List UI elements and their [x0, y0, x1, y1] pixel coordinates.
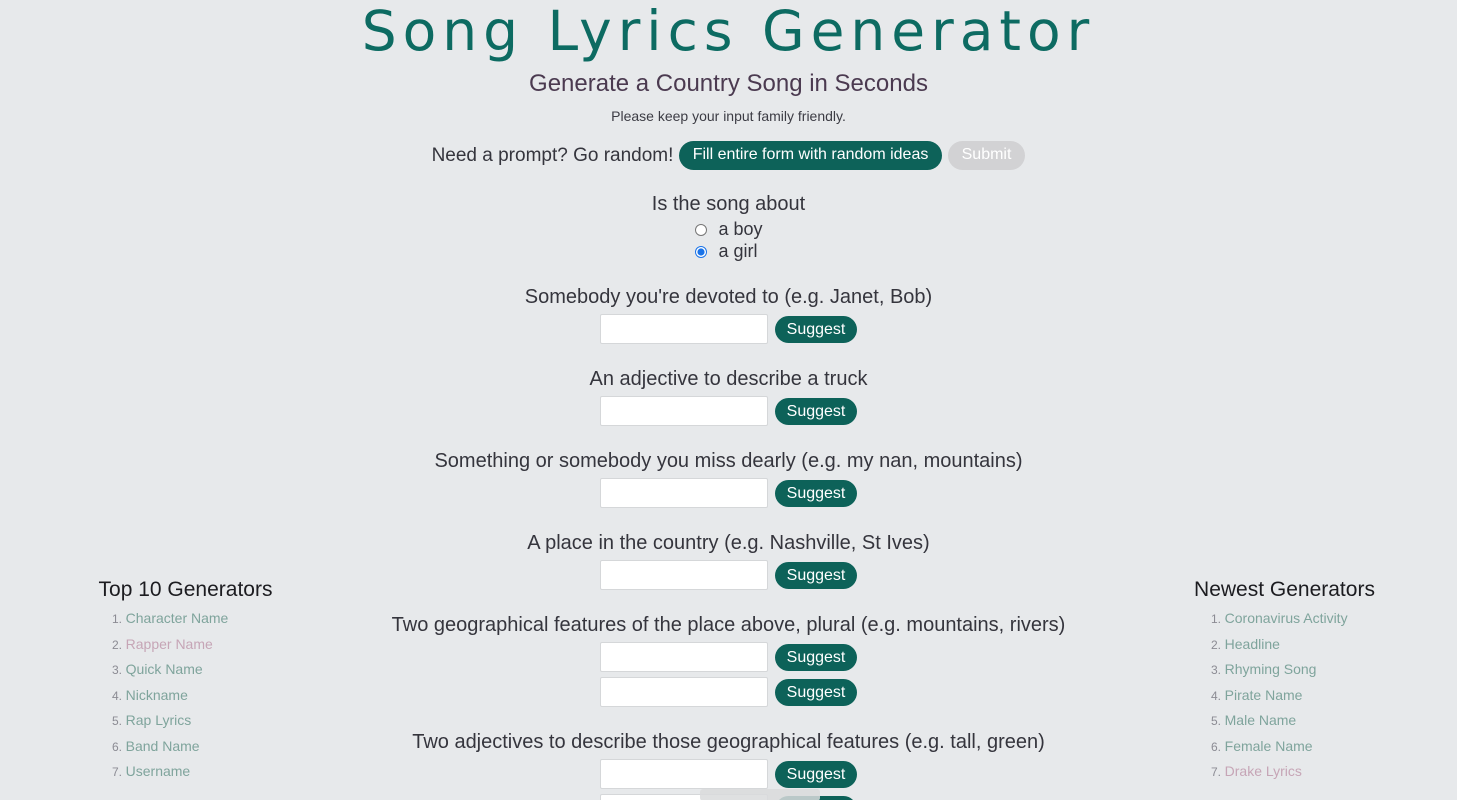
sidebar-top-generators: Top 10 Generators 1. Character Name 2. R…	[78, 578, 293, 785]
sidebar-link-nickname[interactable]: Nickname	[126, 687, 188, 703]
sidebar-link-band-name[interactable]: Band Name	[126, 738, 200, 754]
sidebar-link-quick-name[interactable]: Quick Name	[126, 661, 203, 677]
field-label-devoted-to: Somebody you're devoted to (e.g. Janet, …	[524, 286, 933, 308]
suggest-button-country-place[interactable]: Suggest	[774, 561, 858, 589]
suggest-button-geo-feature-1[interactable]: Suggest	[774, 643, 858, 671]
input-row-truck-adjective: Suggest	[0, 396, 1457, 426]
sidebar-link-headline[interactable]: Headline	[1225, 636, 1280, 652]
input-geo-feature-2[interactable]	[599, 677, 768, 707]
list-item-number: 1.	[112, 612, 123, 626]
sidebar-link-male-name[interactable]: Male Name	[1225, 712, 1297, 728]
radio-label-a-boy: a boy	[718, 219, 763, 239]
autocomplete-dropdown-partial	[700, 789, 820, 800]
list-item: 6. Female Name	[1211, 734, 1392, 760]
radio-option-a-boy[interactable]: a boy	[679, 218, 779, 240]
input-country-place[interactable]	[599, 560, 768, 590]
suggest-button-miss-dearly[interactable]: Suggest	[774, 479, 858, 507]
list-item-number: 5.	[1211, 714, 1222, 728]
sidebar-link-rhyming-song[interactable]: Rhyming Song	[1225, 661, 1317, 677]
field-block-truck-adjective: An adjective to describe a truck Suggest	[0, 367, 1457, 426]
list-item-number: 3.	[1211, 663, 1222, 677]
song-subject-radio-group: a boy a girl	[0, 218, 1457, 262]
field-label-country-place: A place in the country (e.g. Nashville, …	[527, 532, 930, 554]
suggest-button-geo-adjective-1[interactable]: Suggest	[774, 760, 858, 788]
list-item: 4. Nickname	[112, 683, 293, 709]
page-subtitle: Generate a Country Song in Seconds	[529, 70, 928, 97]
sidebar-right-list: 1. Coronavirus Activity 2. Headline 3. R…	[1177, 606, 1392, 785]
family-friendly-note: Please keep your input family friendly.	[611, 108, 846, 124]
list-item: 3. Rhyming Song	[1211, 657, 1392, 683]
random-prompt-text: Need a prompt? Go random!	[431, 145, 674, 166]
list-item-number: 1.	[1211, 612, 1222, 626]
list-item: 2. Headline	[1211, 632, 1392, 658]
input-miss-dearly[interactable]	[599, 478, 768, 508]
list-item: 2. Rapper Name	[112, 632, 293, 658]
list-item: 6. Band Name	[112, 734, 293, 760]
input-geo-feature-1[interactable]	[599, 642, 768, 672]
list-item: 3. Quick Name	[112, 657, 293, 683]
list-item-number: 4.	[1211, 688, 1222, 703]
list-item: 1. Coronavirus Activity	[1211, 606, 1392, 632]
list-item: 5. Male Name	[1211, 708, 1392, 734]
submit-button[interactable]: Submit	[947, 141, 1026, 170]
field-label-truck-adjective: An adjective to describe a truck	[589, 368, 868, 390]
sidebar-link-coronavirus-activity[interactable]: Coronavirus Activity	[1225, 610, 1348, 626]
list-item: 4. Pirate Name	[1211, 683, 1392, 709]
page-root: Song Lyrics Generator Generate a Country…	[0, 0, 1457, 800]
radio-option-a-girl[interactable]: a girl	[679, 240, 779, 262]
sidebar-link-rapper-name[interactable]: Rapper Name	[126, 636, 213, 652]
sidebar-link-pirate-name[interactable]: Pirate Name	[1225, 687, 1303, 703]
field-block-miss-dearly: Something or somebody you miss dearly (e…	[0, 449, 1457, 508]
radio-input-a-boy[interactable]	[694, 224, 707, 236]
sidebar-link-username[interactable]: Username	[126, 763, 191, 779]
sidebar-link-character-name[interactable]: Character Name	[126, 610, 229, 626]
random-prompt-row: Need a prompt? Go random! Fill entire fo…	[0, 141, 1457, 170]
list-item-number: 7.	[112, 765, 123, 779]
sidebar-link-rap-lyrics[interactable]: Rap Lyrics	[126, 712, 192, 728]
suggest-button-devoted-to[interactable]: Suggest	[774, 315, 858, 343]
list-item-number: 7.	[1211, 765, 1222, 779]
list-item: 1. Character Name	[112, 606, 293, 632]
sidebar-right-title: Newest Generators	[1194, 578, 1375, 601]
sidebar-link-drake-lyrics[interactable]: Drake Lyrics	[1225, 763, 1302, 779]
field-block-devoted-to: Somebody you're devoted to (e.g. Janet, …	[0, 285, 1457, 344]
list-item: 7. Username	[112, 759, 293, 785]
list-item-number: 2.	[1211, 637, 1222, 652]
list-item-number: 4.	[112, 688, 123, 703]
fill-random-button[interactable]: Fill entire form with random ideas	[678, 141, 943, 170]
input-row-miss-dearly: Suggest	[0, 478, 1457, 508]
list-item-number: 6.	[1211, 739, 1222, 754]
sidebar-left-list: 1. Character Name 2. Rapper Name 3. Quic…	[78, 606, 293, 785]
field-label-miss-dearly: Something or somebody you miss dearly (e…	[434, 450, 1023, 472]
song-subject-legend: Is the song about	[651, 193, 806, 215]
list-item-number: 5.	[112, 714, 123, 728]
list-item-number: 6.	[112, 739, 123, 754]
input-geo-adjective-1[interactable]	[599, 759, 768, 789]
sidebar-left-title: Top 10 Generators	[98, 578, 273, 601]
list-item-number: 3.	[112, 663, 123, 677]
list-item-number: 2.	[112, 637, 123, 652]
suggest-button-truck-adjective[interactable]: Suggest	[774, 397, 858, 425]
page-title: Song Lyrics Generator	[361, 0, 1096, 63]
input-truck-adjective[interactable]	[599, 396, 768, 426]
list-item: 7. Drake Lyrics	[1211, 759, 1392, 785]
suggest-button-geo-feature-2[interactable]: Suggest	[774, 678, 858, 706]
radio-input-a-girl[interactable]	[694, 246, 707, 258]
radio-label-a-girl: a girl	[718, 241, 758, 261]
list-item: 5. Rap Lyrics	[112, 708, 293, 734]
sidebar-link-female-name[interactable]: Female Name	[1225, 738, 1313, 754]
input-row-devoted-to: Suggest	[0, 314, 1457, 344]
input-devoted-to[interactable]	[599, 314, 768, 344]
sidebar-newest-generators: Newest Generators 1. Coronavirus Activit…	[1177, 578, 1392, 785]
